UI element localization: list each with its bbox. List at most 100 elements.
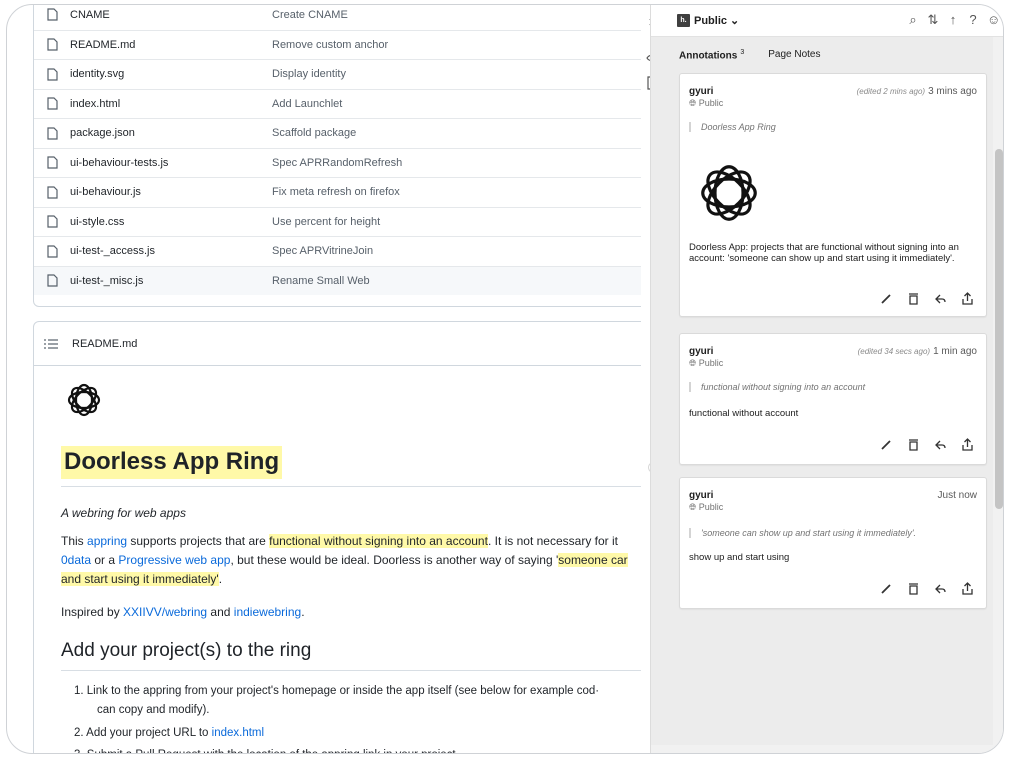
file-icon: [34, 245, 70, 258]
reply-icon[interactable]: [934, 582, 947, 595]
annotation-body: show up and start using: [689, 552, 790, 563]
annotation-timestamp[interactable]: (edited 34 secs ago) 1 min ago: [858, 346, 977, 357]
share-icon[interactable]: ↑: [947, 12, 959, 28]
indiewebring-link[interactable]: indiewebring: [234, 605, 301, 619]
inspired-line: Inspired by XXIIVV/webring and indiewebr…: [61, 605, 305, 619]
file-name[interactable]: package.json: [70, 127, 272, 139]
highlight[interactable]: and start using it immediately': [61, 572, 219, 586]
file-row[interactable]: CNAME Create CNAME: [34, 5, 647, 30]
annotation-quote[interactable]: Doorless App Ring: [689, 122, 776, 132]
annotation-card[interactable]: gyuri 🌐︎ Public (edited 2 mins ago) 3 min…: [679, 73, 987, 317]
sidebar-tabs: Annotations 3 Page Notes: [679, 49, 821, 61]
commit-message[interactable]: Create CNAME: [272, 9, 348, 21]
annotation-actions: [880, 292, 974, 305]
file-name[interactable]: ui-behaviour-tests.js: [70, 157, 272, 169]
sidebar-scrollbar[interactable]: [993, 37, 1003, 753]
file-name[interactable]: identity.svg: [70, 68, 272, 80]
browser-frame: CNAME Create CNAME README.md Remove custom…: [6, 4, 1004, 754]
file-row[interactable]: ui-test-_misc.js Rename Small Web: [34, 265, 647, 295]
appring-link[interactable]: appring: [87, 534, 127, 548]
ring-logo-icon: [701, 165, 757, 221]
commit-message[interactable]: Spec APRRandomRefresh: [272, 157, 402, 169]
file-row[interactable]: ui-test-_access.js Spec APRVitrineJoin: [34, 236, 647, 266]
ring-logo-icon: [67, 383, 101, 417]
annotation-card[interactable]: gyuri 🌐︎ Public (edited 34 secs ago) 1 mi…: [679, 333, 987, 465]
0data-link[interactable]: 0data: [61, 553, 91, 567]
commit-message[interactable]: Fix meta refresh on firefox: [272, 186, 400, 198]
delete-icon[interactable]: [907, 582, 920, 595]
readme-header: README.md: [34, 322, 647, 366]
file-row[interactable]: identity.svg Display identity: [34, 59, 647, 89]
share-icon[interactable]: [961, 438, 974, 451]
index-html-link[interactable]: index.html: [212, 727, 264, 739]
annotation-timestamp[interactable]: Just now: [935, 490, 977, 501]
file-name[interactable]: CNAME: [70, 9, 272, 21]
commit-message[interactable]: Remove custom anchor: [272, 39, 388, 51]
outline-list-icon[interactable]: [44, 338, 58, 350]
user-menu-icon[interactable]: ☺: [987, 12, 1000, 28]
commit-message[interactable]: Add Launchlet: [272, 98, 342, 110]
list-item-continued: can copy and modify).: [97, 704, 210, 716]
annotation-user[interactable]: gyuri: [689, 86, 713, 97]
delete-icon[interactable]: [907, 438, 920, 451]
annotation-quote[interactable]: 'someone can show up and start using it …: [689, 528, 916, 538]
annotation-card[interactable]: gyuri 🌐︎ Public Just now 'someone can sh…: [679, 477, 987, 609]
file-row[interactable]: ui-behaviour-tests.js Spec APRRandomRefre…: [34, 147, 647, 178]
help-icon[interactable]: ?: [967, 12, 979, 28]
share-icon[interactable]: [961, 292, 974, 305]
visibility-label: 🌐︎ Public: [689, 502, 724, 512]
tab-page-notes[interactable]: Page Notes: [768, 49, 820, 61]
sidebar-topbar: h. Public ⌄ ⌕ ⇅ ↑ ? ☺: [651, 5, 1003, 37]
title-divider: [61, 486, 647, 487]
commit-message[interactable]: Use percent for height: [272, 216, 380, 228]
file-list: CNAME Create CNAME README.md Remove custom…: [33, 5, 647, 307]
scrollbar-thumb[interactable]: [995, 149, 1003, 509]
commit-message[interactable]: Scaffold package: [272, 127, 356, 139]
file-name[interactable]: ui-behaviour.js: [70, 186, 272, 198]
file-name[interactable]: ui-test-_access.js: [70, 245, 272, 257]
list-item: 2. Add your project URL to index.html: [74, 727, 265, 739]
file-row[interactable]: index.html Add Launchlet: [34, 88, 647, 119]
commit-message[interactable]: Spec APRVitrineJoin: [272, 245, 373, 257]
file-row[interactable]: package.json Scaffold package: [34, 118, 647, 148]
file-icon: [34, 215, 70, 228]
horizontal-scrollbar[interactable]: [651, 745, 994, 753]
file-icon: [34, 127, 70, 140]
file-row[interactable]: ui-style.css Use percent for height: [34, 206, 647, 237]
file-row[interactable]: README.md Remove custom anchor: [34, 29, 647, 60]
file-icon: [34, 97, 70, 110]
reply-icon[interactable]: [934, 292, 947, 305]
file-name[interactable]: index.html: [70, 98, 272, 110]
section-divider: [61, 670, 647, 671]
readme-panel: README.md Doorless App Ring A webring fo…: [33, 321, 647, 753]
search-icon[interactable]: ⌕: [907, 12, 919, 28]
file-name[interactable]: README.md: [70, 39, 272, 51]
commit-message[interactable]: Display identity: [272, 68, 346, 80]
list-item: 3. Submit a Pull Request with the locati…: [74, 746, 459, 753]
annotation-user[interactable]: gyuri: [689, 490, 713, 501]
pwa-link[interactable]: Progressive web app: [118, 553, 230, 567]
intro-line-2: 0data or a Progressive web app, but thes…: [61, 553, 628, 567]
annotation-quote[interactable]: functional without signing into an accou…: [689, 382, 865, 392]
edit-icon[interactable]: [880, 292, 893, 305]
share-icon[interactable]: [961, 582, 974, 595]
file-name[interactable]: ui-style.css: [70, 216, 272, 228]
highlight[interactable]: functional without signing into an accou…: [269, 534, 488, 548]
annotation-timestamp[interactable]: (edited 2 mins ago) 3 mins ago: [857, 86, 977, 97]
edit-icon[interactable]: [880, 438, 893, 451]
file-row[interactable]: ui-behaviour.js Fix meta refresh on firef…: [34, 177, 647, 207]
edit-icon[interactable]: [880, 582, 893, 595]
tab-annotations[interactable]: Annotations 3: [679, 49, 744, 61]
xxiivv-link[interactable]: XXIIVV/webring: [123, 605, 207, 619]
annotation-user[interactable]: gyuri: [689, 346, 713, 357]
file-name[interactable]: ui-test-_misc.js: [70, 275, 272, 287]
commit-message[interactable]: Rename Small Web: [272, 275, 370, 287]
sort-icon[interactable]: ⇅: [927, 12, 939, 28]
file-icon: [34, 186, 70, 199]
file-icon: [34, 8, 70, 21]
highlight[interactable]: someone car: [558, 553, 628, 567]
file-icon: [34, 68, 70, 81]
reply-icon[interactable]: [934, 438, 947, 451]
delete-icon[interactable]: [907, 292, 920, 305]
group-selector[interactable]: Public ⌄: [694, 14, 739, 27]
